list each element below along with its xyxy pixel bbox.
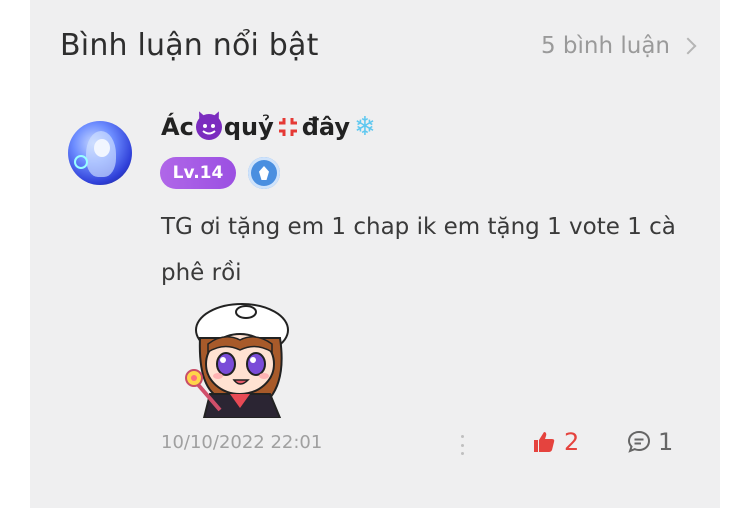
more-options-icon[interactable]	[461, 435, 465, 455]
snowflake-icon: ❄	[354, 112, 376, 142]
anger-icon	[276, 115, 300, 139]
section-title: Bình luận nổi bật	[60, 28, 319, 63]
level-badge: Lv.14	[160, 157, 236, 189]
smiling-devil-icon	[195, 114, 222, 140]
chevron-right-icon	[679, 37, 697, 55]
username-part: đây	[301, 113, 351, 141]
rank-badge-icon	[248, 157, 280, 189]
reply-count: 1	[658, 428, 674, 456]
username-part: quỷ	[223, 113, 274, 141]
comment-timestamp: 10/10/2022 22:01	[161, 432, 323, 453]
reply-button[interactable]: 1	[626, 428, 673, 456]
username[interactable]: Ác quỷ đây ❄	[161, 113, 378, 141]
view-all-comments-link[interactable]: 5 bình luận	[540, 33, 697, 59]
comment-text: TG ơi tặng em 1 chap ik em tặng 1 vote 1…	[161, 214, 676, 286]
username-part: Ác	[161, 113, 194, 141]
comments-panel: Bình luận nổi bật 5 bình luận Ác quỷ đây…	[30, 0, 720, 508]
anime-girl-sticker	[185, 303, 289, 418]
comment-bubble-icon	[627, 430, 651, 453]
comment-count-label: 5 bình luận	[540, 33, 670, 59]
thumbs-up-icon	[534, 432, 555, 452]
like-button[interactable]: 2	[532, 428, 579, 456]
like-count: 2	[564, 428, 580, 456]
avatar[interactable]	[68, 121, 132, 185]
